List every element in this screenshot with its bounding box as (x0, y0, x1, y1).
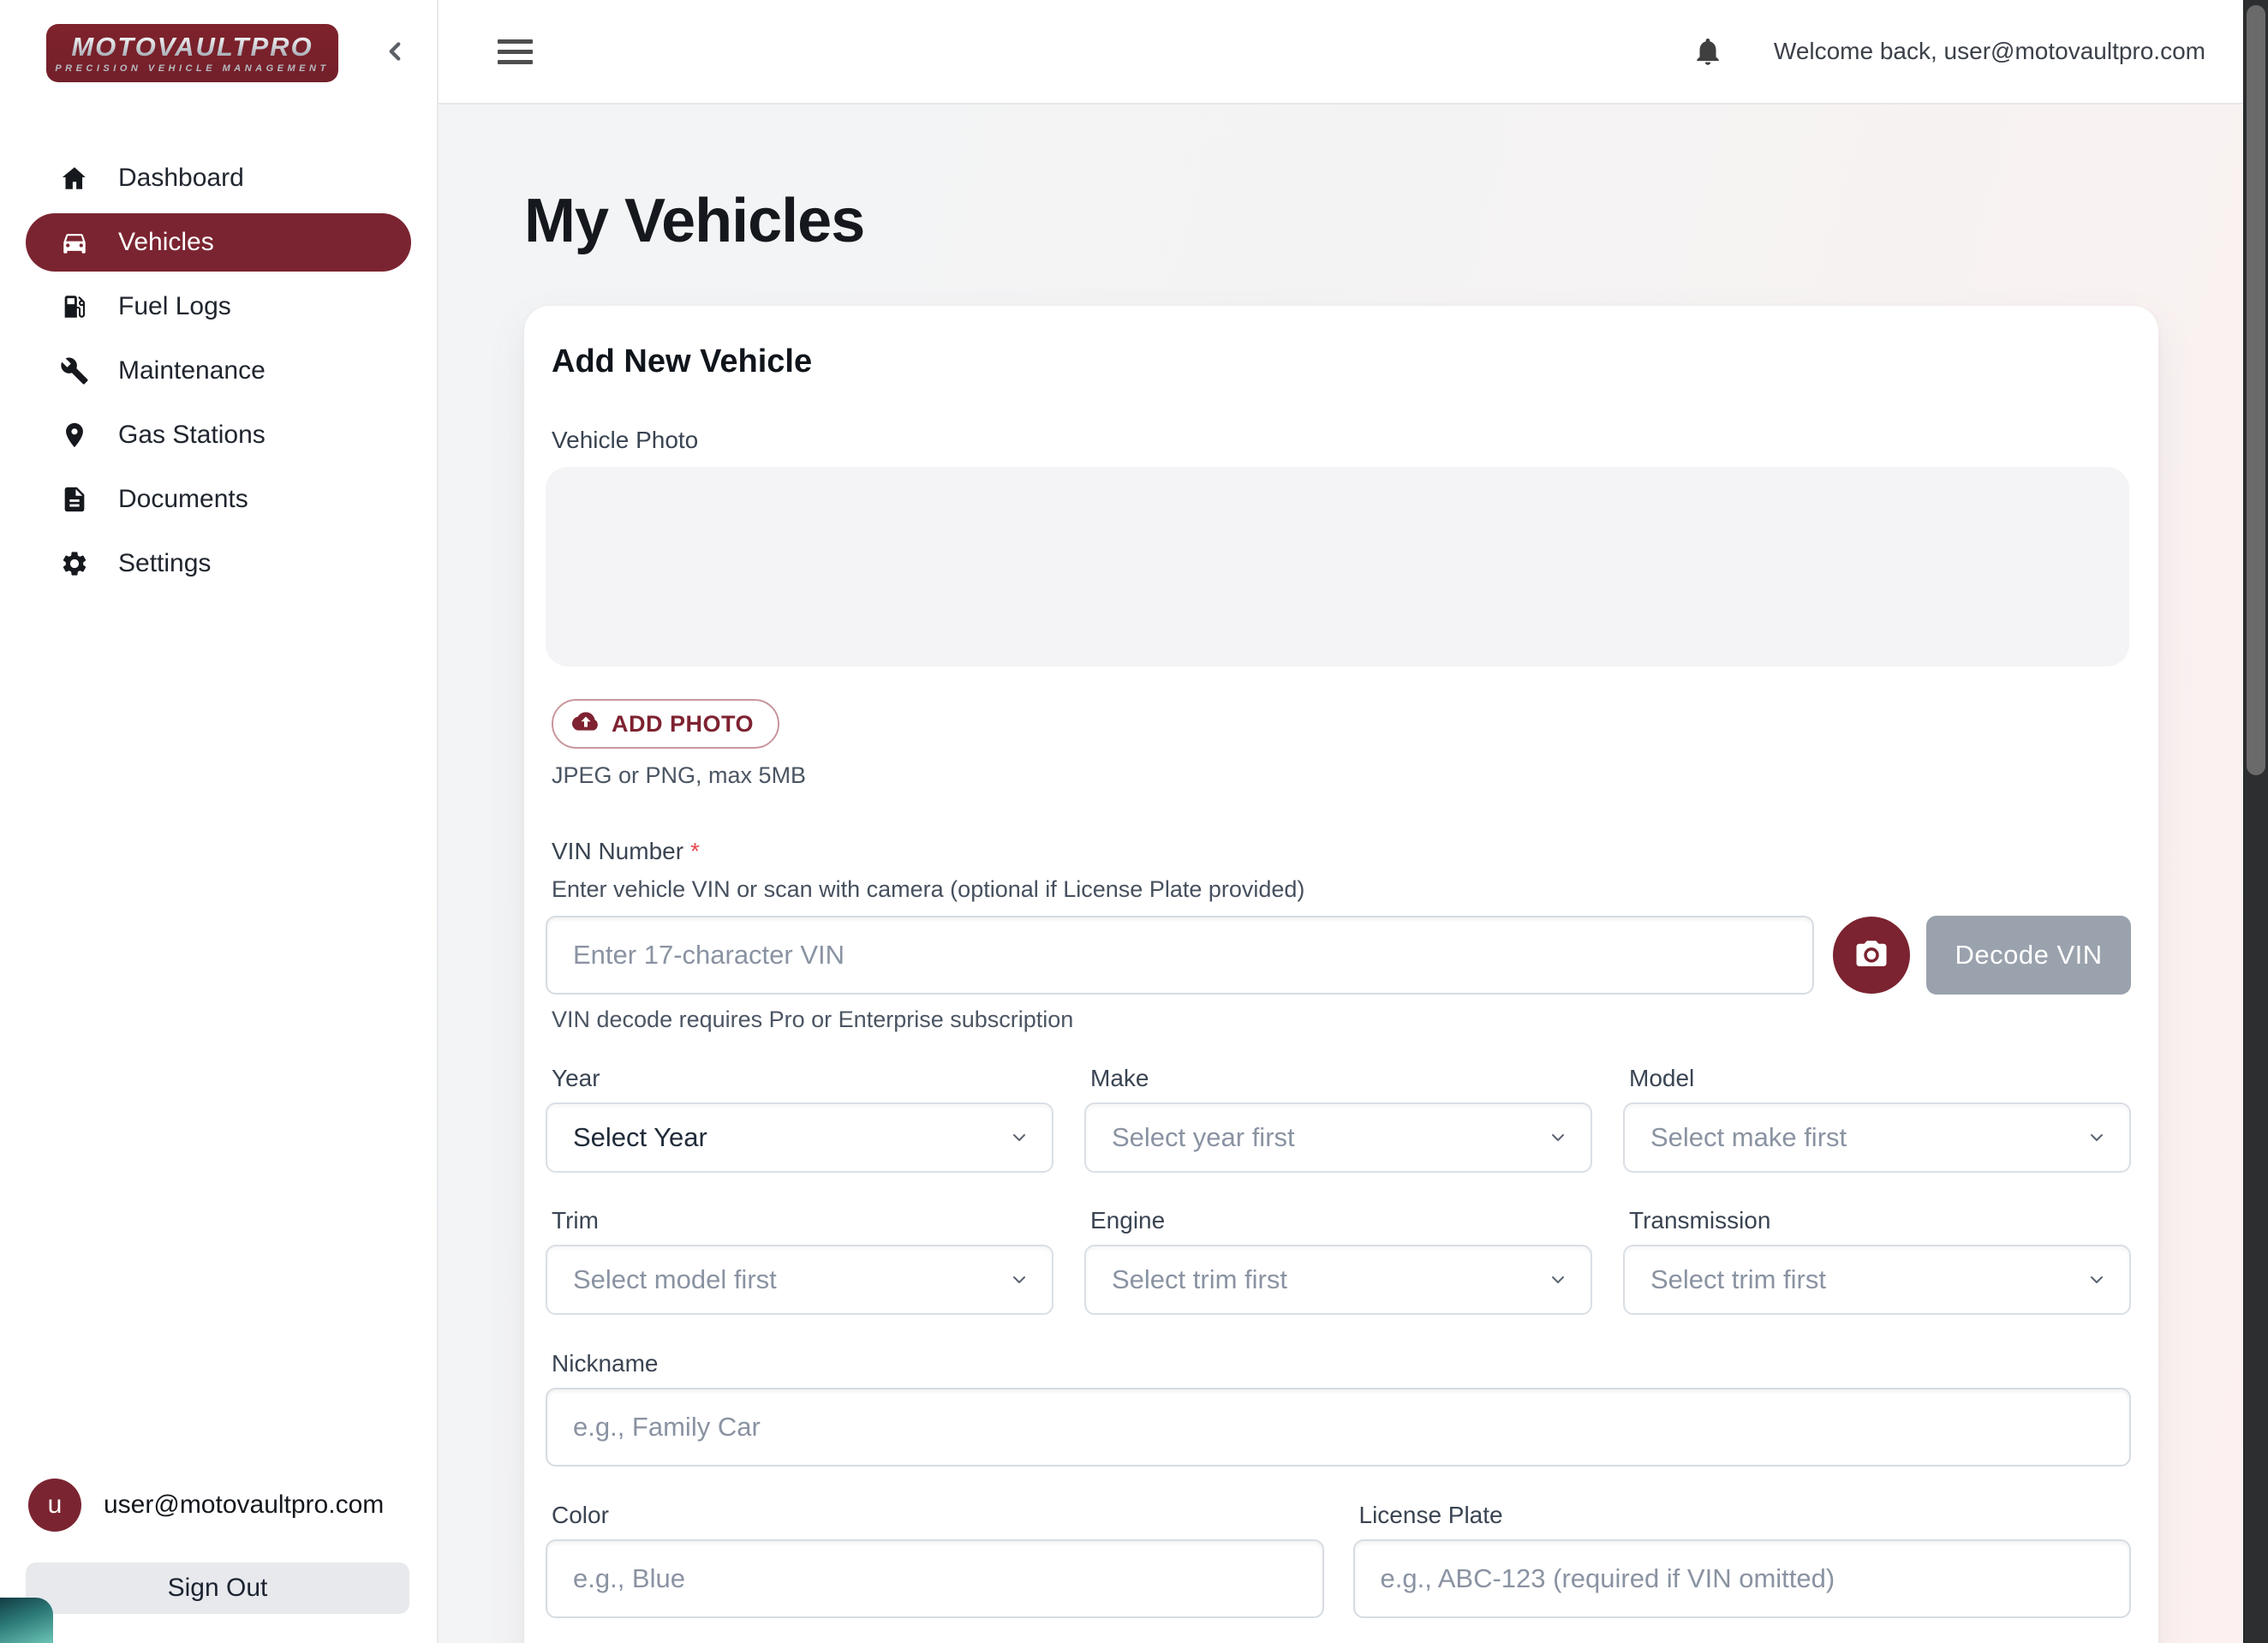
vin-subscription-note: VIN decode requires Pro or Enterprise su… (546, 1008, 2131, 1031)
add-photo-label: ADD PHOTO (612, 711, 754, 738)
decode-vin-button[interactable]: Decode VIN (1926, 916, 2131, 995)
chevron-down-icon (2086, 1270, 2107, 1290)
scrollbar-track[interactable] (2243, 0, 2268, 1643)
brand-name: MOTOVAULTPRO (71, 33, 313, 60)
engine-label: Engine (1084, 1209, 1592, 1233)
main-area: Welcome back, user@motovaultpro.com My V… (439, 0, 2268, 1643)
page-title: My Vehicles (524, 190, 2268, 252)
color-input[interactable] (546, 1539, 1324, 1618)
license-plate-label: License Plate (1353, 1503, 2132, 1527)
add-vehicle-card: Add New Vehicle Vehicle Photo ADD PHOTO … (524, 306, 2158, 1643)
color-field: Color (546, 1503, 1324, 1618)
sidebar-collapse-button[interactable] (375, 33, 415, 73)
trim-select[interactable]: Select model first (546, 1245, 1053, 1315)
year-select[interactable]: Select Year (546, 1102, 1053, 1173)
make-label: Make (1084, 1066, 1592, 1090)
card-title: Add New Vehicle (546, 343, 2131, 381)
vin-label: VIN Number* (546, 839, 2131, 863)
sidebar-item-label: Fuel Logs (118, 292, 231, 321)
app-window: MOTOVAULTPRO PRECISION VEHICLE MANAGEMEN… (0, 0, 2268, 1643)
gear-icon (60, 549, 89, 578)
sidebar-item-maintenance[interactable]: Maintenance (26, 342, 411, 400)
car-icon (60, 228, 89, 257)
transmission-select[interactable]: Select trim first (1623, 1245, 2131, 1315)
nickname-input[interactable] (546, 1388, 2131, 1467)
model-label: Model (1623, 1066, 2131, 1090)
corner-photo-fragment (0, 1598, 53, 1643)
vehicle-photo-dropzone[interactable] (546, 467, 2129, 666)
chevron-down-icon (1548, 1127, 1568, 1148)
sidebar-item-label: Vehicles (118, 228, 214, 257)
license-plate-field: License Plate (1353, 1503, 2132, 1618)
sidebar: MOTOVAULTPRO PRECISION VEHICLE MANAGEMEN… (0, 0, 439, 1643)
top-header: Welcome back, user@motovaultpro.com (439, 0, 2268, 105)
model-field: Model Select make first (1623, 1066, 2131, 1173)
scan-vin-camera-button[interactable] (1833, 917, 1910, 994)
welcome-message: Welcome back, user@motovaultpro.com (1774, 38, 2205, 65)
sidebar-item-documents[interactable]: Documents (26, 470, 411, 529)
sidebar-spacer (0, 593, 437, 1479)
color-label: Color (546, 1503, 1324, 1527)
sidebar-item-gas-stations[interactable]: Gas Stations (26, 406, 411, 464)
user-email: user@motovaultpro.com (104, 1491, 384, 1520)
dropdown-row-1: Year Select Year Make Select year first (546, 1066, 2131, 1173)
transmission-field: Transmission Select trim first (1623, 1209, 2131, 1315)
user-row: u user@motovaultpro.com (26, 1479, 411, 1532)
model-select[interactable]: Select make first (1623, 1102, 2131, 1173)
sidebar-item-label: Maintenance (118, 356, 266, 385)
sidebar-item-settings[interactable]: Settings (26, 535, 411, 593)
home-icon (60, 164, 89, 193)
map-pin-icon (60, 421, 89, 450)
sidebar-item-label: Gas Stations (118, 421, 266, 450)
page-content: My Vehicles Add New Vehicle Vehicle Phot… (439, 105, 2268, 1643)
fuel-pump-icon (60, 292, 89, 321)
camera-icon (1853, 936, 1889, 975)
license-plate-input[interactable] (1353, 1539, 2132, 1618)
sidebar-nav: Dashboard Vehicles Fuel Logs Maintenance (0, 149, 437, 593)
sidebar-item-dashboard[interactable]: Dashboard (26, 149, 411, 207)
vehicle-photo-label: Vehicle Photo (546, 428, 2131, 452)
make-field: Make Select year first (1084, 1066, 1592, 1173)
wrench-icon (60, 356, 89, 385)
brand-logo: MOTOVAULTPRO PRECISION VEHICLE MANAGEMEN… (46, 24, 338, 82)
cloud-upload-icon (572, 708, 600, 741)
photo-hint: JPEG or PNG, max 5MB (546, 764, 2131, 787)
notifications-bell-icon[interactable] (1692, 34, 1724, 69)
vin-helper-text: Enter vehicle VIN or scan with camera (o… (546, 878, 2131, 901)
vin-input[interactable] (546, 916, 1814, 995)
dropdown-row-2: Trim Select model first Engine Select tr… (546, 1209, 2131, 1315)
brand-tagline: PRECISION VEHICLE MANAGEMENT (55, 64, 329, 74)
add-photo-button[interactable]: ADD PHOTO (552, 699, 779, 749)
transmission-label: Transmission (1623, 1209, 2131, 1233)
sidebar-item-label: Documents (118, 485, 248, 514)
chevron-down-icon (1548, 1270, 1568, 1290)
sidebar-user-block: u user@motovaultpro.com Sign Out (0, 1479, 437, 1643)
trim-field: Trim Select model first (546, 1209, 1053, 1315)
trim-label: Trim (546, 1209, 1053, 1233)
required-asterisk: * (690, 838, 700, 864)
scrollbar-thumb[interactable] (2247, 5, 2265, 775)
avatar: u (28, 1479, 81, 1532)
chevron-left-icon (380, 37, 409, 70)
make-select[interactable]: Select year first (1084, 1102, 1592, 1173)
chevron-down-icon (1009, 1270, 1030, 1290)
nickname-field: Nickname (546, 1352, 2131, 1467)
chevron-down-icon (2086, 1127, 2107, 1148)
sidebar-item-label: Settings (118, 549, 211, 578)
year-field: Year Select Year (546, 1066, 1053, 1173)
engine-select[interactable]: Select trim first (1084, 1245, 1592, 1315)
engine-field: Engine Select trim first (1084, 1209, 1592, 1315)
hamburger-menu-icon[interactable] (498, 39, 533, 64)
sidebar-item-fuel-logs[interactable]: Fuel Logs (26, 278, 411, 336)
chevron-down-icon (1009, 1127, 1030, 1148)
sidebar-item-label: Dashboard (118, 164, 244, 193)
sidebar-header: MOTOVAULTPRO PRECISION VEHICLE MANAGEMEN… (0, 0, 437, 82)
year-label: Year (546, 1066, 1053, 1090)
document-icon (60, 485, 89, 514)
vin-row: Decode VIN (546, 916, 2131, 995)
sign-out-button[interactable]: Sign Out (26, 1562, 409, 1614)
sidebar-item-vehicles[interactable]: Vehicles (26, 213, 411, 272)
nickname-label: Nickname (546, 1352, 2131, 1376)
color-license-row: Color License Plate (546, 1503, 2131, 1618)
